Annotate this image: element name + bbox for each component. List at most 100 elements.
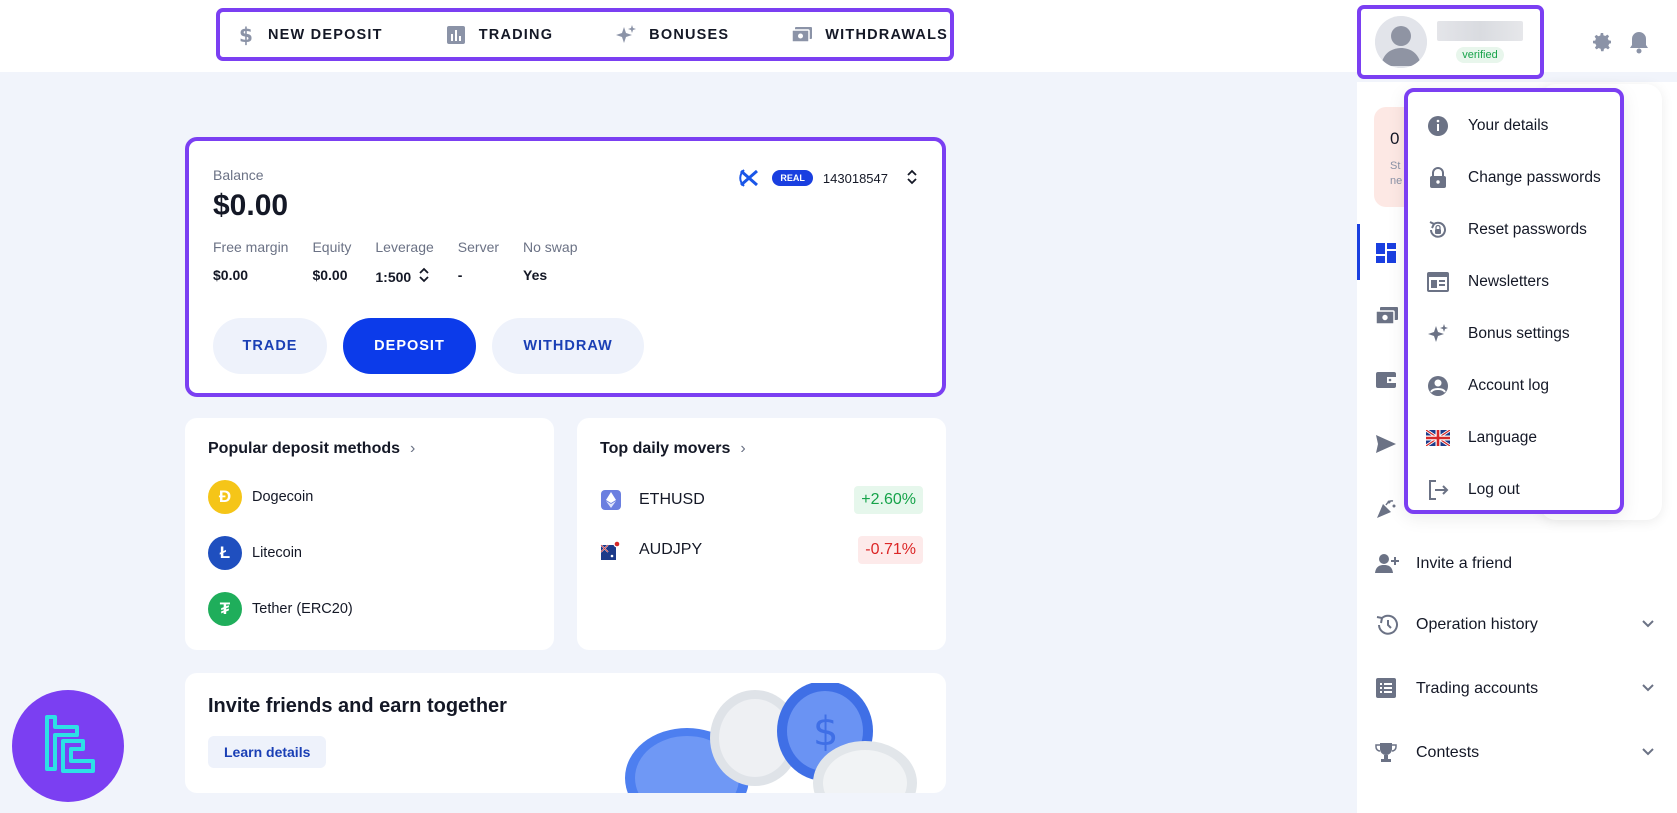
withdraw-button[interactable]: WITHDRAW [492, 318, 644, 374]
menu-item-label: Change passwords [1468, 169, 1601, 186]
lock-icon [1426, 166, 1450, 190]
metric-value: - [457, 267, 463, 283]
watermark-logo [12, 690, 124, 802]
metric-free-margin: Free margin $0.00 [213, 239, 288, 286]
user-profile-button[interactable]: verified [1357, 5, 1544, 79]
account-type-badge: REAL [772, 170, 813, 186]
add-person-icon [1375, 552, 1399, 576]
chevron-down-icon [1641, 680, 1655, 698]
metric-label: No swap [523, 239, 578, 255]
logout-icon [1426, 478, 1450, 502]
menu-item-newsletters[interactable]: Newsletters [1408, 256, 1620, 308]
menu-item-label: Account log [1468, 377, 1549, 394]
trade-button[interactable]: TRADE [213, 318, 327, 374]
balance-actions: TRADE DEPOSIT WITHDRAW [213, 318, 918, 374]
mover-change: +2.60% [854, 486, 923, 514]
sidebar-item-label: Invite a friend [1416, 555, 1513, 572]
deposit-method-label: Dogecoin [252, 489, 314, 505]
menu-item-bonus-settings[interactable]: Bonus settings [1408, 308, 1620, 360]
deposit-method-label: Tether (ERC20) [252, 601, 353, 617]
mover-row-audjpy[interactable]: AUDJPY -0.71% [600, 536, 923, 564]
list-icon [1375, 677, 1399, 701]
uk-flag-icon [1426, 426, 1450, 450]
trophy-icon [1375, 741, 1399, 765]
reset-lock-icon [1426, 218, 1450, 242]
menu-item-your-details[interactable]: Your details [1408, 100, 1620, 152]
mover-symbol: AUDJPY [639, 541, 703, 558]
metric-server: Server - [458, 239, 499, 286]
cash-icon[interactable] [1375, 306, 1399, 330]
nav-trading-label: TRADING [478, 26, 554, 43]
menu-item-label: Bonus settings [1468, 325, 1570, 342]
sidebar-item-contests[interactable]: Contests [1375, 741, 1655, 765]
mover-change: -0.71% [858, 536, 923, 564]
metric-no-swap: No swap Yes [523, 239, 577, 286]
newsletter-icon [1426, 270, 1450, 294]
metric-label: Server [457, 239, 500, 255]
deposit-method-label: Litecoin [252, 545, 302, 561]
menu-item-label: Newsletters [1468, 273, 1549, 290]
litecoin-icon: Ł [208, 536, 242, 570]
nav-new-deposit[interactable]: $ NEW DEPOSIT [234, 24, 383, 46]
menu-item-log-out[interactable]: Log out [1408, 464, 1620, 516]
svg-text:$: $ [813, 709, 838, 755]
menu-item-reset-passwords[interactable]: Reset passwords [1408, 204, 1620, 256]
sidebar-item-label: Operation history [1416, 616, 1538, 633]
user-name-redacted [1437, 21, 1523, 41]
mover-row-ethusd[interactable]: ETHUSD +2.60% [600, 486, 923, 514]
nav-bonuses[interactable]: BONUSES [615, 24, 729, 46]
menu-item-label: Your details [1468, 117, 1549, 134]
sidebar-item-operation-history[interactable]: Operation history [1375, 613, 1655, 637]
menu-item-language[interactable]: Language [1408, 412, 1620, 464]
user-menu-dropdown: Your details Change passwords Reset pass… [1404, 88, 1624, 514]
invite-friends-card: Invite friends and earn together Learn d… [185, 673, 946, 793]
settings-gear-icon[interactable] [1590, 30, 1616, 56]
send-icon[interactable] [1375, 434, 1399, 458]
avatar [1375, 16, 1427, 68]
bar-chart-icon [445, 24, 467, 46]
nav-withdrawals[interactable]: WITHDRAWALS [791, 24, 948, 46]
top-navigation: $ NEW DEPOSIT TRADING BONUSES WITHDRAWAL… [216, 8, 954, 61]
leverage-stepper-icon[interactable] [419, 267, 429, 286]
metric-leverage[interactable]: Leverage 1:500 [375, 239, 433, 286]
coins-illustration: $ [615, 683, 945, 793]
verified-badge: verified [1456, 47, 1504, 63]
dashboard-icon[interactable] [1375, 242, 1399, 266]
menu-item-account-log[interactable]: Account log [1408, 360, 1620, 412]
nav-withdrawals-label: WITHDRAWALS [825, 26, 949, 43]
expand-account-icon[interactable] [906, 168, 918, 189]
sparkle-icon [615, 24, 637, 46]
account-selector[interactable]: REAL 143018547 [738, 167, 918, 189]
info-icon [1426, 114, 1450, 138]
deposit-methods-title[interactable]: Popular deposit methods › [208, 440, 531, 458]
menu-item-change-passwords[interactable]: Change passwords [1408, 152, 1620, 204]
balance-card: Balance $0.00 REAL 143018547 Free margin… [185, 137, 946, 397]
menu-item-label: Language [1468, 429, 1537, 446]
top-movers-card: Top daily movers › ETHUSD +2.60% AUDJPY … [577, 418, 946, 650]
account-metrics: Free margin $0.00 Equity $0.00 Leverage … [213, 239, 918, 286]
menu-item-label: Reset passwords [1468, 221, 1587, 238]
active-indicator [1357, 224, 1360, 280]
deposit-method-tether[interactable]: ₮ Tether (ERC20) [208, 592, 531, 626]
learn-details-button[interactable]: Learn details [208, 736, 327, 768]
metric-label: Leverage [375, 239, 434, 255]
notifications-bell-icon[interactable] [1628, 30, 1652, 56]
sidebar-item-trading-accounts[interactable]: Trading accounts [1375, 677, 1655, 701]
ethereum-icon [600, 489, 622, 511]
chevron-right-icon: › [410, 440, 416, 457]
nav-trading[interactable]: TRADING [445, 24, 553, 46]
deposit-method-litecoin[interactable]: Ł Litecoin [208, 536, 531, 570]
metric-label: Equity [312, 239, 352, 255]
tether-icon: ₮ [208, 592, 242, 626]
sidebar-item-label: Trading accounts [1416, 680, 1539, 697]
wallet-icon[interactable] [1375, 370, 1399, 394]
metric-value-wrap: 1:500 [375, 267, 433, 286]
top-movers-title[interactable]: Top daily movers › [600, 440, 923, 458]
metric-value: $0.00 [213, 267, 249, 283]
deposit-method-dogecoin[interactable]: Ɖ Dogecoin [208, 480, 531, 514]
sidebar-item-invite-friend[interactable]: Invite a friend [1375, 552, 1655, 576]
deposit-button[interactable]: DEPOSIT [343, 318, 476, 374]
dogecoin-icon: Ɖ [208, 480, 242, 514]
sidebar-item-label: Contests [1416, 744, 1480, 761]
party-popper-icon[interactable] [1375, 498, 1399, 522]
